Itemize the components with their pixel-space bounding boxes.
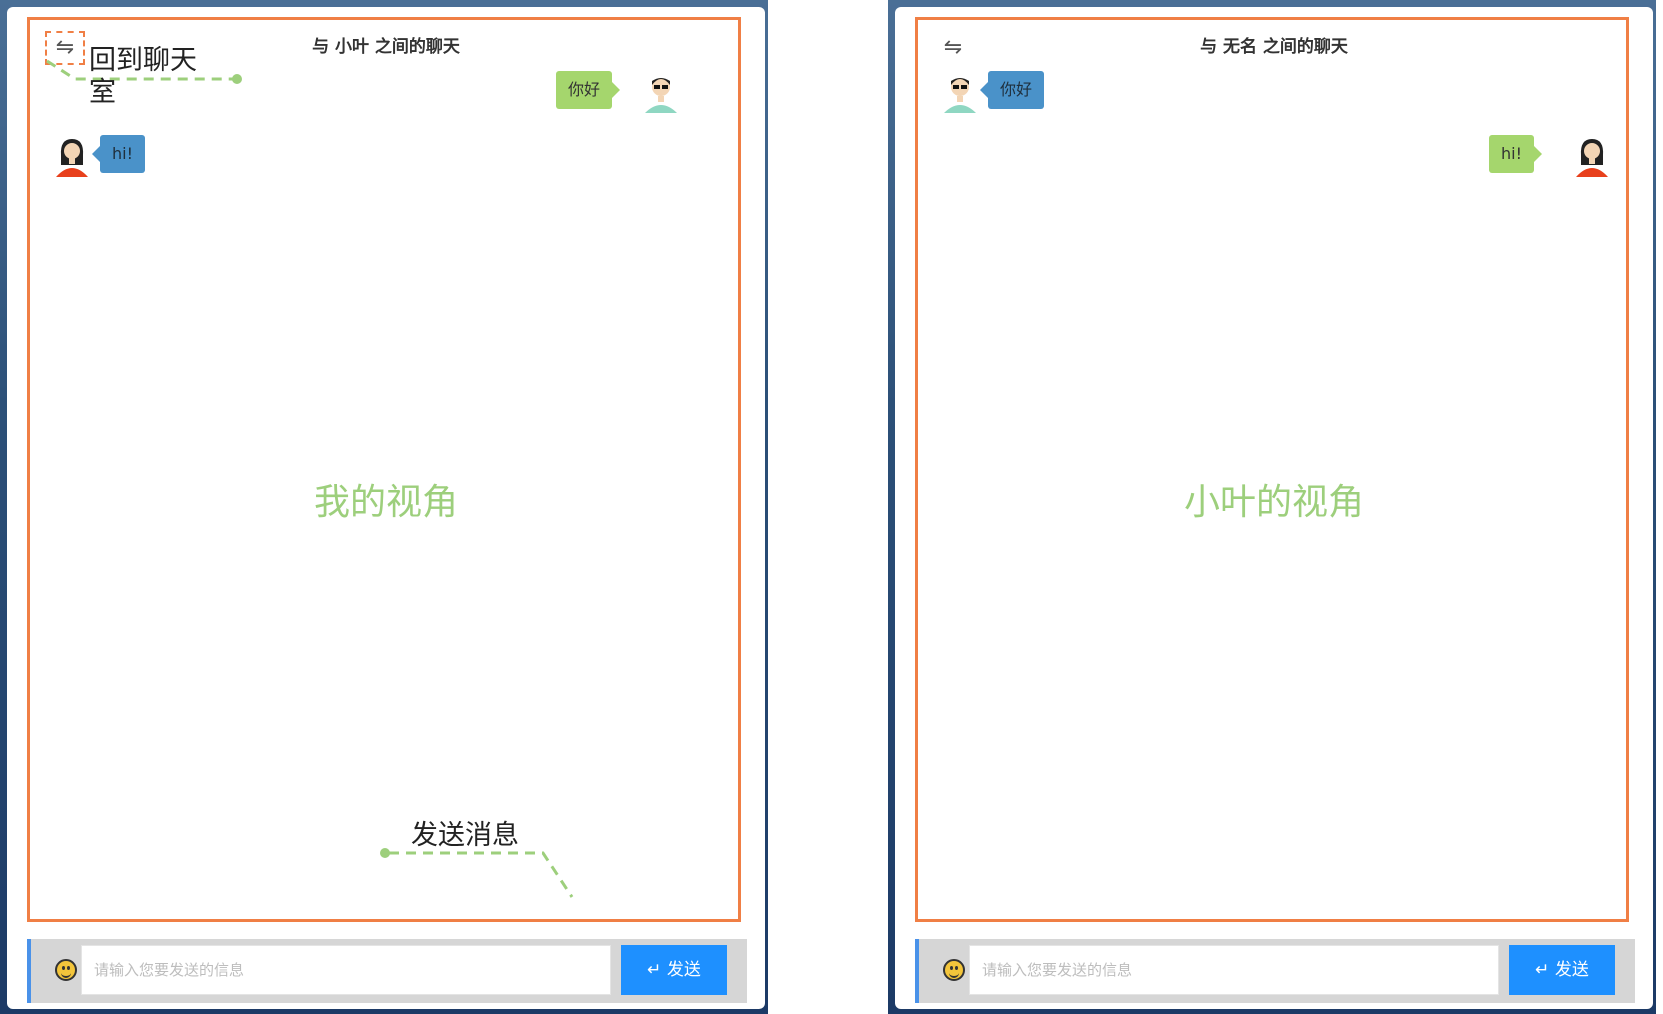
smiley-emoji-icon[interactable] bbox=[943, 959, 965, 981]
composer-bar: 请输入您要发送的信息 ↵ 发送 bbox=[915, 939, 1635, 1003]
female-avatar-icon bbox=[56, 139, 88, 177]
message-text: hi! bbox=[1501, 144, 1522, 163]
right-panel: ⇋ 与 无名 之间的聊天 你好 hi! 小叶的视角 请输入您要发送的信息 ↵ 发… bbox=[888, 0, 1656, 1014]
annotation-line-send bbox=[380, 848, 574, 898]
left-panel: ⇋ 与 小叶 之间的聊天 你好 hi! 我的视角 回到聊天室 发送消息 请输入您… bbox=[0, 0, 768, 1014]
message-bubble: hi! bbox=[1489, 135, 1542, 173]
chat-window-left: ⇋ 与 小叶 之间的聊天 你好 hi! 我的视角 回到聊天室 发送消息 请输入您… bbox=[7, 7, 765, 1009]
send-button[interactable]: ↵ 发送 bbox=[1509, 945, 1615, 995]
chat-window-right: ⇋ 与 无名 之间的聊天 你好 hi! 小叶的视角 请输入您要发送的信息 ↵ 发… bbox=[895, 7, 1653, 1009]
male-avatar-icon bbox=[645, 78, 677, 113]
message-text: 你好 bbox=[1000, 80, 1033, 99]
message-bubble: 你好 bbox=[556, 71, 621, 109]
message-bubble: 你好 bbox=[980, 71, 1045, 109]
chat-title: 与 无名 之间的聊天 bbox=[1200, 37, 1348, 57]
perspective-caption: 我的视角 bbox=[313, 482, 458, 523]
annotation-back-label: 回到聊天室 bbox=[89, 45, 197, 108]
message-input[interactable]: 请输入您要发送的信息 bbox=[969, 945, 1499, 995]
message-text: hi! bbox=[112, 144, 133, 163]
send-button[interactable]: ↵ 发送 bbox=[621, 945, 727, 995]
male-avatar-icon bbox=[944, 78, 976, 113]
female-avatar-icon bbox=[1576, 139, 1608, 177]
perspective-caption: 小叶的视角 bbox=[1183, 482, 1364, 523]
message-input[interactable]: 请输入您要发送的信息 bbox=[81, 945, 611, 995]
smiley-emoji-icon[interactable] bbox=[55, 959, 77, 981]
composer-bar: 请输入您要发送的信息 ↵ 发送 bbox=[27, 939, 747, 1003]
message-bubble: hi! bbox=[92, 135, 145, 173]
message-text: 你好 bbox=[568, 80, 601, 99]
